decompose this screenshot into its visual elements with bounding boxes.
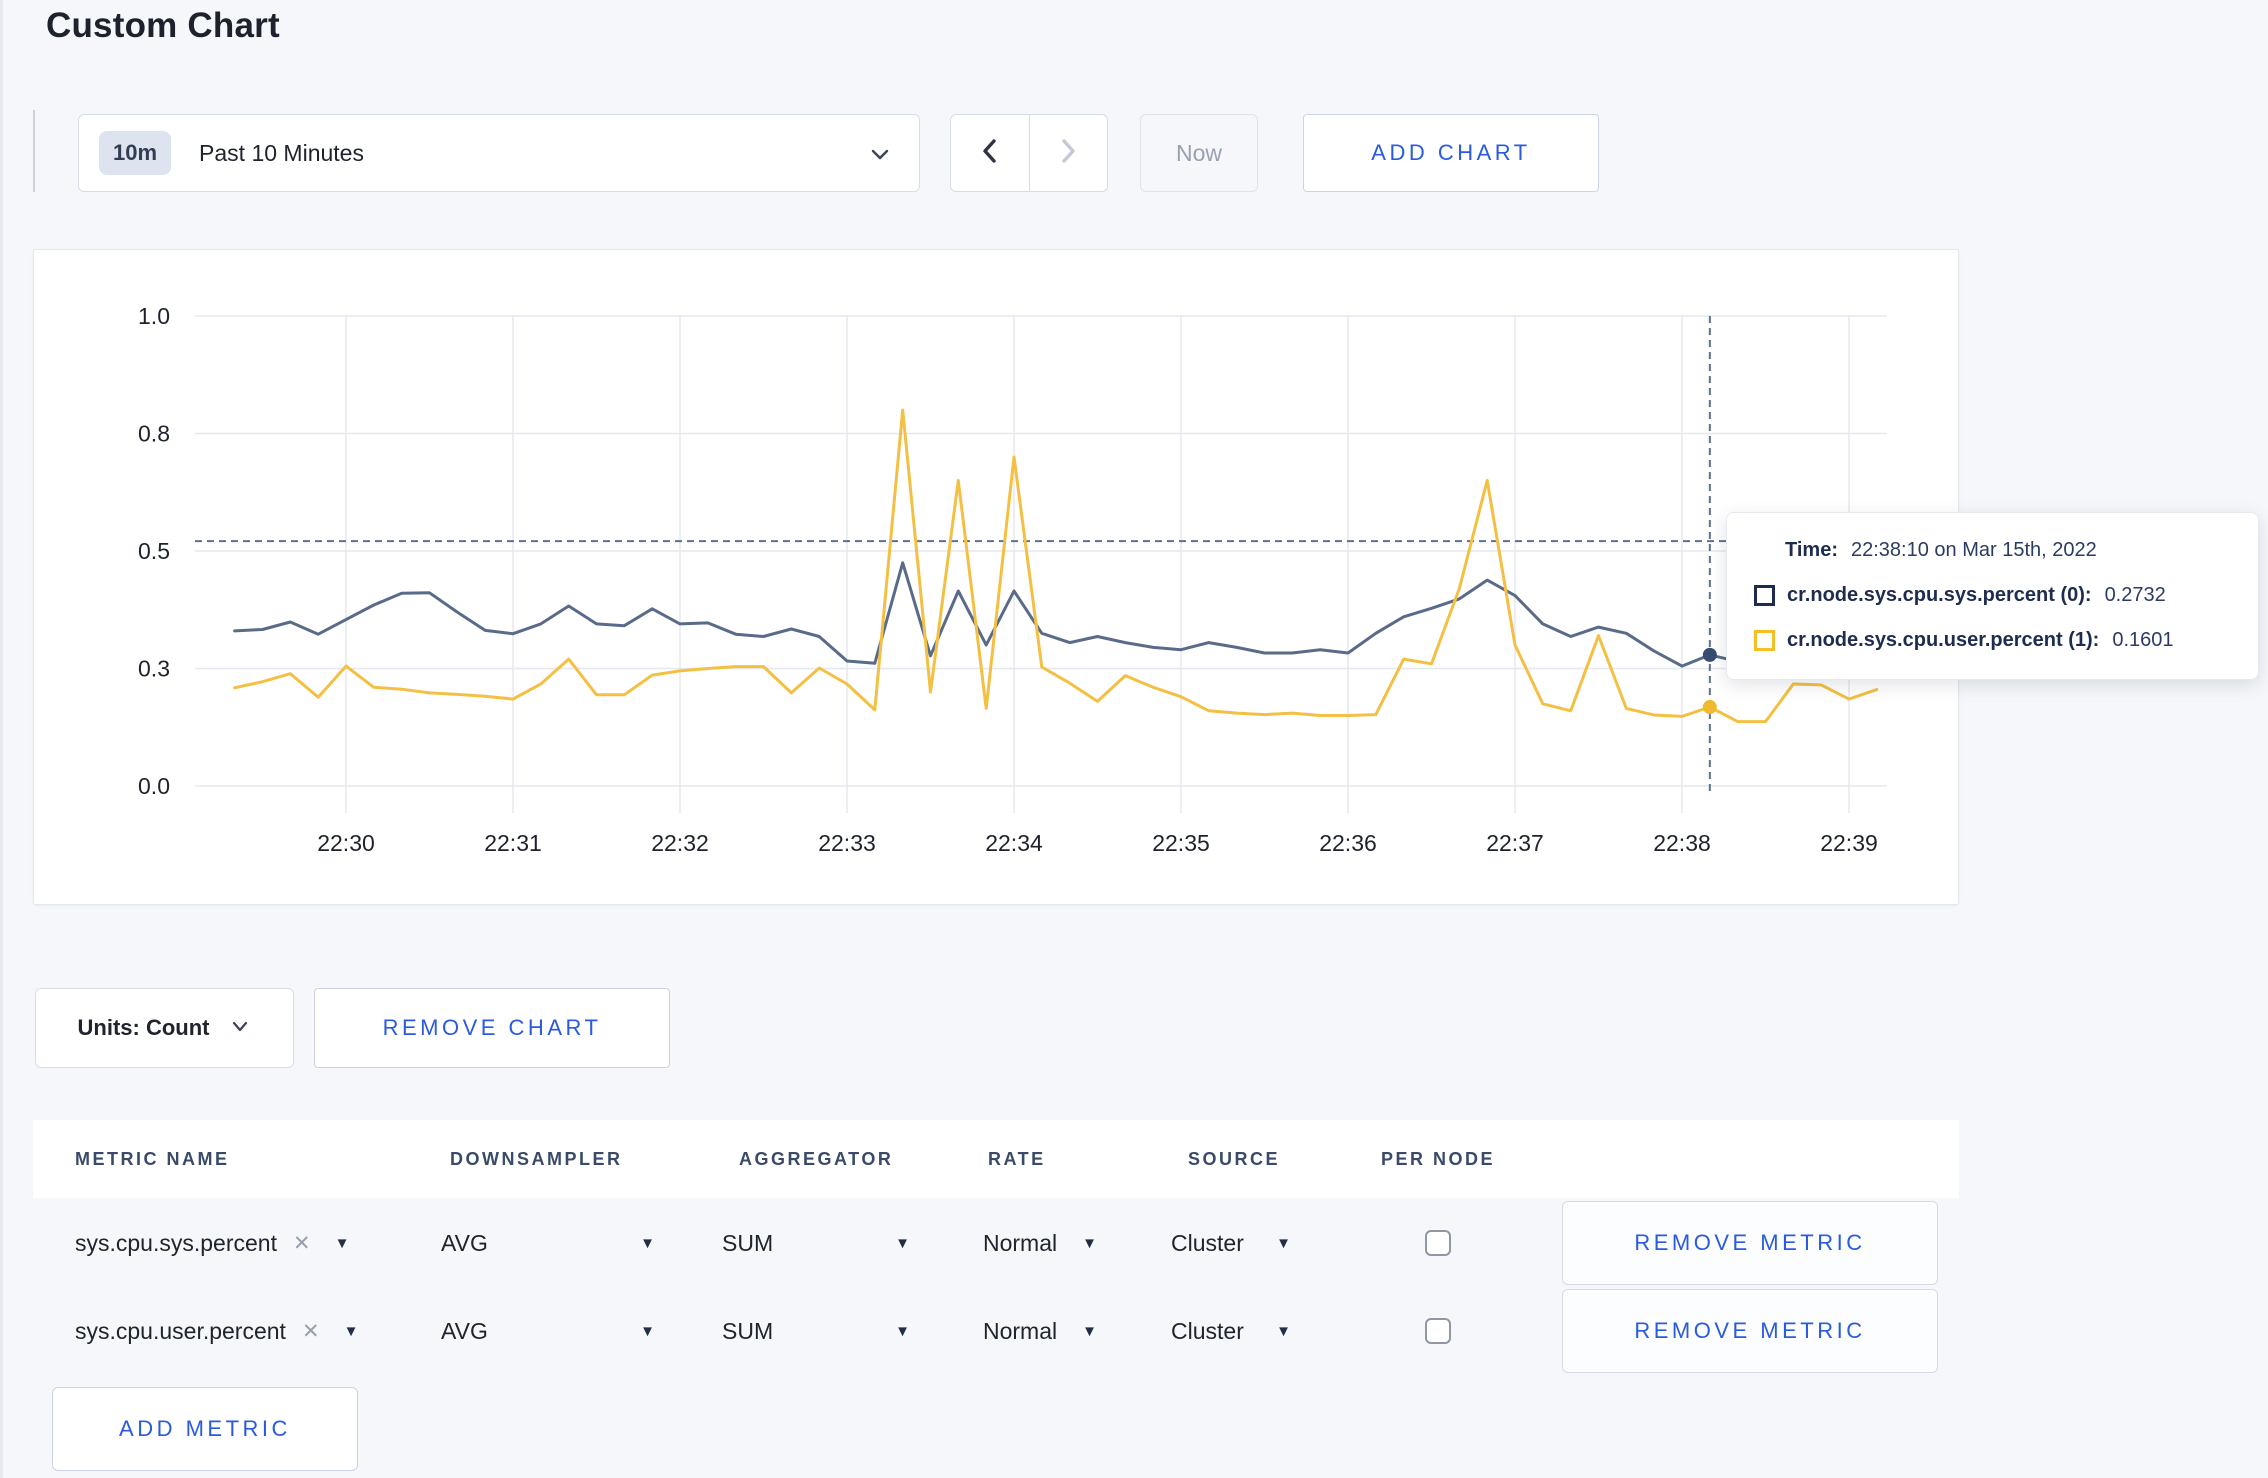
chevron-down-icon: [867, 143, 893, 170]
tooltip-series-label: cr.node.sys.cpu.user.percent (1):: [1787, 629, 2100, 651]
caret-down-icon: ▼: [895, 1234, 910, 1252]
tooltip-time-row: Time: 22:38:10 on Mar 15th, 2022: [1727, 528, 2258, 573]
time-window-label: Past 10 Minutes: [199, 139, 364, 166]
tooltip-series-value: 0.2732: [2104, 584, 2166, 606]
tooltip-series-row: cr.node.sys.cpu.user.percent (1): 0.1601: [1727, 618, 2258, 663]
clear-metric-icon[interactable]: ✕: [293, 1231, 311, 1256]
caret-down-icon: ▼: [640, 1322, 655, 1340]
source-select[interactable]: Cluster ▼: [1171, 1289, 1291, 1373]
chart-tooltip: Time: 22:38:10 on Mar 15th, 2022 cr.node…: [1726, 512, 2259, 680]
remove-metric-button[interactable]: REMOVE METRIC: [1562, 1289, 1938, 1373]
svg-text:22:37: 22:37: [1486, 830, 1544, 856]
time-pager: [950, 114, 1108, 192]
col-header-metric-name: METRIC NAME: [75, 1149, 230, 1169]
svg-text:0.5: 0.5: [138, 538, 170, 564]
rate-select[interactable]: Normal ▼: [983, 1289, 1097, 1373]
svg-text:22:32: 22:32: [651, 830, 709, 856]
toolbar-divider: [33, 110, 35, 192]
col-header-source: SOURCE: [1188, 1149, 1281, 1169]
source-value: Cluster: [1171, 1229, 1244, 1256]
series-swatch-icon: [1754, 585, 1775, 606]
page-title: Custom Chart: [46, 6, 280, 45]
chevron-down-icon: [229, 1015, 251, 1041]
remove-chart-button[interactable]: REMOVE CHART: [314, 988, 670, 1068]
time-window-badge: 10m: [99, 131, 172, 175]
svg-text:0.8: 0.8: [138, 421, 170, 447]
tooltip-series-row: cr.node.sys.cpu.sys.percent (0): 0.2732: [1727, 573, 2258, 618]
svg-text:0.0: 0.0: [138, 773, 170, 799]
caret-down-icon: ▼: [640, 1234, 655, 1252]
svg-text:22:31: 22:31: [484, 830, 542, 856]
metric-name-select[interactable]: sys.cpu.user.percent ✕ ▼: [75, 1289, 358, 1373]
caret-down-icon: ▼: [1276, 1322, 1291, 1340]
tooltip-time-label: Time:: [1785, 539, 1838, 561]
aggregator-select[interactable]: SUM ▼: [722, 1289, 910, 1373]
aggregator-value: SUM: [722, 1317, 774, 1344]
tooltip-time-value: 22:38:10 on Mar 15th, 2022: [1850, 539, 2097, 561]
caret-down-icon: ▼: [1276, 1234, 1291, 1252]
col-header-per-node: PER NODE: [1381, 1149, 1496, 1169]
caret-down-icon: ▼: [334, 1234, 350, 1252]
metrics-table-header: METRIC NAME DOWNSAMPLER AGGREGATOR RATE …: [33, 1120, 1959, 1198]
chevron-left-icon: [977, 136, 1003, 171]
rate-select[interactable]: Normal ▼: [983, 1201, 1097, 1285]
svg-text:0.3: 0.3: [138, 656, 170, 682]
next-time-button[interactable]: [1030, 115, 1108, 191]
timeseries-chart[interactable]: 0.0 0.3 0.5 0.8 1.0 22:30 22:31 22:32 22:33 22:34…: [34, 250, 1960, 906]
caret-down-icon: ▼: [343, 1322, 359, 1340]
downsampler-select[interactable]: AVG ▼: [441, 1201, 655, 1285]
metric-name: sys.cpu.user.percent: [75, 1317, 286, 1344]
rate-value: Normal: [983, 1317, 1058, 1344]
col-header-rate: RATE: [988, 1149, 1046, 1169]
svg-text:22:39: 22:39: [1820, 830, 1878, 856]
now-button[interactable]: Now: [1140, 114, 1258, 192]
per-node-checkbox[interactable]: [1425, 1318, 1451, 1344]
caret-down-icon: ▼: [895, 1322, 910, 1340]
svg-text:22:36: 22:36: [1319, 830, 1377, 856]
source-value: Cluster: [1171, 1317, 1244, 1344]
svg-text:22:35: 22:35: [1152, 830, 1210, 856]
metric-name-select[interactable]: sys.cpu.sys.percent ✕ ▼: [75, 1201, 349, 1285]
col-header-downsampler: DOWNSAMPLER: [450, 1149, 623, 1169]
downsampler-value: AVG: [441, 1229, 488, 1256]
units-dropdown[interactable]: Units: Count: [35, 988, 294, 1068]
per-node-checkbox[interactable]: [1425, 1230, 1451, 1256]
series-swatch-icon: [1754, 630, 1775, 651]
aggregator-value: SUM: [722, 1229, 774, 1256]
downsampler-value: AVG: [441, 1317, 488, 1344]
col-header-aggregator: AGGREGATOR: [739, 1149, 894, 1169]
prev-time-button[interactable]: [951, 115, 1030, 191]
tooltip-series-label: cr.node.sys.cpu.sys.percent (0):: [1787, 584, 2092, 606]
time-range-dropdown[interactable]: 10m Past 10 Minutes: [78, 114, 920, 192]
svg-text:22:34: 22:34: [985, 830, 1043, 856]
svg-text:22:30: 22:30: [317, 830, 375, 856]
clear-metric-icon[interactable]: ✕: [302, 1319, 320, 1344]
tooltip-series-value: 0.1601: [2112, 629, 2174, 651]
metric-name: sys.cpu.sys.percent: [75, 1229, 277, 1256]
chart-card: 0.0 0.3 0.5 0.8 1.0 22:30 22:31 22:32 22:33 22:34…: [33, 249, 1959, 905]
svg-text:22:38: 22:38: [1653, 830, 1711, 856]
add-metric-button[interactable]: ADD METRIC: [52, 1387, 358, 1471]
remove-metric-button[interactable]: REMOVE METRIC: [1562, 1201, 1938, 1285]
source-select[interactable]: Cluster ▼: [1171, 1201, 1291, 1285]
rate-value: Normal: [983, 1229, 1058, 1256]
caret-down-icon: ▼: [1082, 1322, 1097, 1340]
svg-text:22:33: 22:33: [818, 830, 876, 856]
caret-down-icon: ▼: [1082, 1234, 1097, 1252]
downsampler-select[interactable]: AVG ▼: [441, 1289, 655, 1373]
svg-text:1.0: 1.0: [138, 303, 170, 329]
units-label: Units: Count: [77, 1015, 210, 1040]
aggregator-select[interactable]: SUM ▼: [722, 1201, 910, 1285]
add-chart-button[interactable]: ADD CHART: [1303, 114, 1599, 192]
chevron-right-icon: [1055, 136, 1081, 171]
